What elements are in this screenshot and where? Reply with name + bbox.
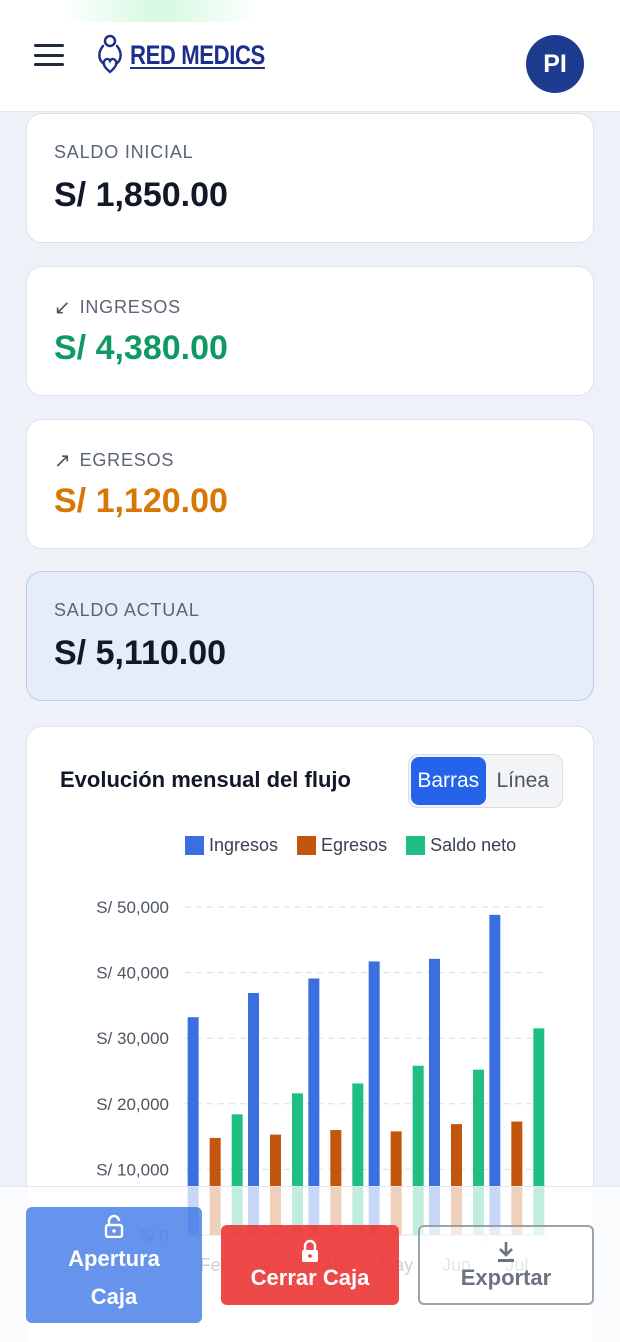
egresos-value: S/ 1,120.00 bbox=[54, 482, 228, 520]
egresos-label: EGRESOS bbox=[79, 450, 175, 470]
lock-open-icon bbox=[104, 1214, 124, 1238]
legend-item-saldo-neto[interactable]: Saldo neto bbox=[406, 835, 516, 856]
saldo-inicial-value: S/ 1,850.00 bbox=[54, 176, 228, 214]
saldo-inicial-label: SALDO INICIAL bbox=[54, 142, 194, 162]
apertura-caja-button[interactable]: Apertura Caja bbox=[26, 1207, 202, 1323]
toggle-barras[interactable]: Barras bbox=[411, 757, 486, 805]
legend-swatch bbox=[185, 836, 204, 855]
y-tick-label: S/ 40,000 bbox=[96, 964, 169, 983]
arrow-down-left-icon: ↙ bbox=[54, 297, 72, 319]
saldo-actual-card: SALDO ACTUAL S/ 5,110.00 bbox=[26, 571, 594, 701]
egresos-label-row: ↗ EGRESOS bbox=[54, 448, 174, 473]
app-header: RED MEDICS PI bbox=[0, 0, 620, 112]
egresos-card: ↗ EGRESOS S/ 1,120.00 bbox=[26, 419, 594, 549]
user-avatar[interactable]: PI bbox=[526, 35, 584, 93]
legend-label: Saldo neto bbox=[430, 835, 517, 855]
legend-item-ingresos[interactable]: Ingresos bbox=[185, 835, 278, 856]
lock-icon bbox=[302, 1239, 318, 1262]
exportar-label: Exportar bbox=[460, 1265, 552, 1290]
legend-swatch bbox=[297, 836, 317, 855]
ingresos-label-row: ↙ INGRESOS bbox=[54, 295, 181, 320]
header-highlight bbox=[60, 0, 260, 22]
chart-title: Evolución mensual del flujo bbox=[60, 767, 351, 792]
legend-label: Ingresos bbox=[209, 835, 279, 855]
legend-label: Egresos bbox=[321, 835, 388, 855]
toggle-linea[interactable]: Línea bbox=[486, 757, 561, 805]
download-icon bbox=[498, 1242, 514, 1262]
saldo-actual-label: SALDO ACTUAL bbox=[54, 600, 200, 620]
brand-logo[interactable]: RED MEDICS bbox=[94, 34, 295, 76]
cerrar-caja-label: Cerrar Caja bbox=[250, 1265, 370, 1290]
legend-swatch bbox=[406, 836, 426, 855]
footer-action-bar: Apertura Caja Cerrar Caja Exportar bbox=[0, 1186, 620, 1342]
chart-legend: Ingresos Egresos Saldo neto bbox=[185, 835, 516, 856]
y-tick-label: S/ 20,000 bbox=[96, 1095, 169, 1114]
cerrar-caja-button[interactable]: Cerrar Caja bbox=[221, 1225, 399, 1305]
exportar-button[interactable]: Exportar bbox=[418, 1225, 594, 1305]
menu-icon[interactable] bbox=[34, 44, 64, 66]
saldo-inicial-card: SALDO INICIAL S/ 1,850.00 bbox=[26, 113, 594, 243]
ingresos-label: INGRESOS bbox=[79, 297, 181, 317]
ingresos-value: S/ 4,380.00 bbox=[54, 329, 228, 367]
y-tick-label: S/ 10,000 bbox=[96, 1160, 169, 1179]
saldo-actual-value: S/ 5,110.00 bbox=[54, 634, 227, 672]
arrow-up-right-icon: ↗ bbox=[54, 450, 72, 472]
y-tick-label: S/ 30,000 bbox=[96, 1029, 169, 1048]
brand-name: RED MEDICS bbox=[130, 39, 265, 70]
chart-type-toggle: Barras Línea bbox=[408, 754, 563, 808]
ingresos-card: ↙ INGRESOS S/ 4,380.00 bbox=[26, 266, 594, 396]
y-tick-label: S/ 50,000 bbox=[96, 898, 169, 917]
apertura-caja-label: Apertura Caja bbox=[68, 1246, 160, 1309]
legend-item-egresos[interactable]: Egresos bbox=[297, 835, 387, 856]
stethoscope-heart-icon bbox=[98, 34, 122, 74]
